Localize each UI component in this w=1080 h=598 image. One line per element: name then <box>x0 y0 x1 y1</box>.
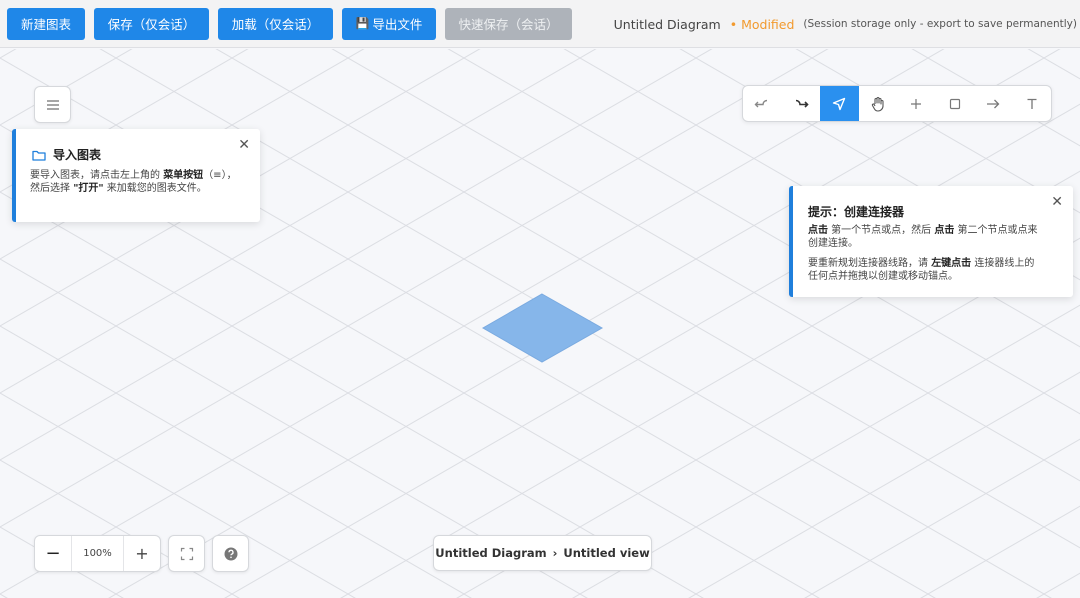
modified-indicator: • Modified <box>729 16 795 32</box>
tool-palette <box>742 85 1052 122</box>
export-file-label: 导出文件 <box>372 17 423 32</box>
rectangle-tool[interactable] <box>936 86 975 121</box>
add-node-tool[interactable] <box>897 86 936 121</box>
help-icon <box>224 547 237 560</box>
diagram-status: Untitled Diagram • Modified (Session sto… <box>614 0 1077 48</box>
connector-tip-card: 提示：创建连接器 点击 第一个节点或点，然后 点击 第二个节点或点来创建连接。 … <box>789 186 1073 297</box>
connector-tool[interactable] <box>974 86 1013 121</box>
breadcrumb-diagram[interactable]: Untitled Diagram <box>435 546 546 560</box>
export-file-button[interactable]: 💾 导出文件 <box>342 7 436 40</box>
zoom-controls: − 100% + <box>34 535 161 572</box>
menu-button[interactable] <box>34 86 71 123</box>
zoom-level: 100% <box>71 536 124 571</box>
breadcrumb-separator: › <box>552 546 558 560</box>
load-session-button[interactable]: 加载（仅会话） <box>218 7 333 40</box>
help-button[interactable] <box>212 535 249 572</box>
plus-icon <box>911 98 922 109</box>
fit-screen-icon <box>180 547 193 560</box>
import-card-close-button[interactable]: ✕ <box>238 138 250 152</box>
import-card-header: 导入图表 <box>32 146 101 163</box>
import-diagram-card: 导入图表 要导入图表，请点击左上角的 菜单按钮（≡），然后选择 "打开" 来加载… <box>12 129 260 222</box>
redo-icon <box>795 99 809 108</box>
save-session-button[interactable]: 保存（仅会话） <box>94 7 209 40</box>
redo-button[interactable] <box>782 86 821 121</box>
cursor-arrow-icon <box>833 97 846 110</box>
text-icon <box>1027 98 1037 109</box>
zoom-in-button[interactable]: + <box>124 536 160 571</box>
select-tool[interactable] <box>820 86 859 121</box>
folder-icon <box>32 150 46 161</box>
undo-icon <box>754 99 768 107</box>
text-tool[interactable] <box>1013 86 1052 121</box>
hand-icon <box>871 96 884 112</box>
import-card-text: 要导入图表，请点击左上角的 菜单按钮（≡），然后选择 "打开" 来加载您的图表文… <box>30 170 237 194</box>
undo-button[interactable] <box>743 86 782 121</box>
diagram-title: Untitled Diagram <box>613 16 721 32</box>
new-diagram-button[interactable]: 新建图表 <box>7 7 85 40</box>
tip-card-paragraph-1: 点击 第一个节点或点，然后 点击 第二个节点或点来创建连接。 <box>808 225 1038 249</box>
tip-card-paragraph-2: 要重新规划连接器线路，请 左键点击 连接器线上的任何点并拖拽以创建或移动锚点。 <box>808 258 1035 282</box>
storage-note: (Session storage only - export to save p… <box>803 18 1077 30</box>
tip-card-title: 提示：创建连接器 <box>808 205 905 219</box>
hamburger-icon <box>46 99 59 110</box>
arrow-right-icon <box>987 99 1000 108</box>
pan-tool[interactable] <box>859 86 898 121</box>
import-card-title: 导入图表 <box>53 148 102 162</box>
quick-save-button[interactable]: 快速保存（会话） <box>445 7 572 40</box>
fit-screen-button[interactable] <box>168 535 205 572</box>
square-icon <box>949 98 960 109</box>
breadcrumb: Untitled Diagram › Untitled view <box>433 535 652 571</box>
breadcrumb-view[interactable]: Untitled view <box>563 546 649 560</box>
tip-card-close-button[interactable]: ✕ <box>1051 195 1063 209</box>
zoom-out-button[interactable]: − <box>35 536 71 571</box>
floppy-disk-icon: 💾 <box>355 17 370 30</box>
